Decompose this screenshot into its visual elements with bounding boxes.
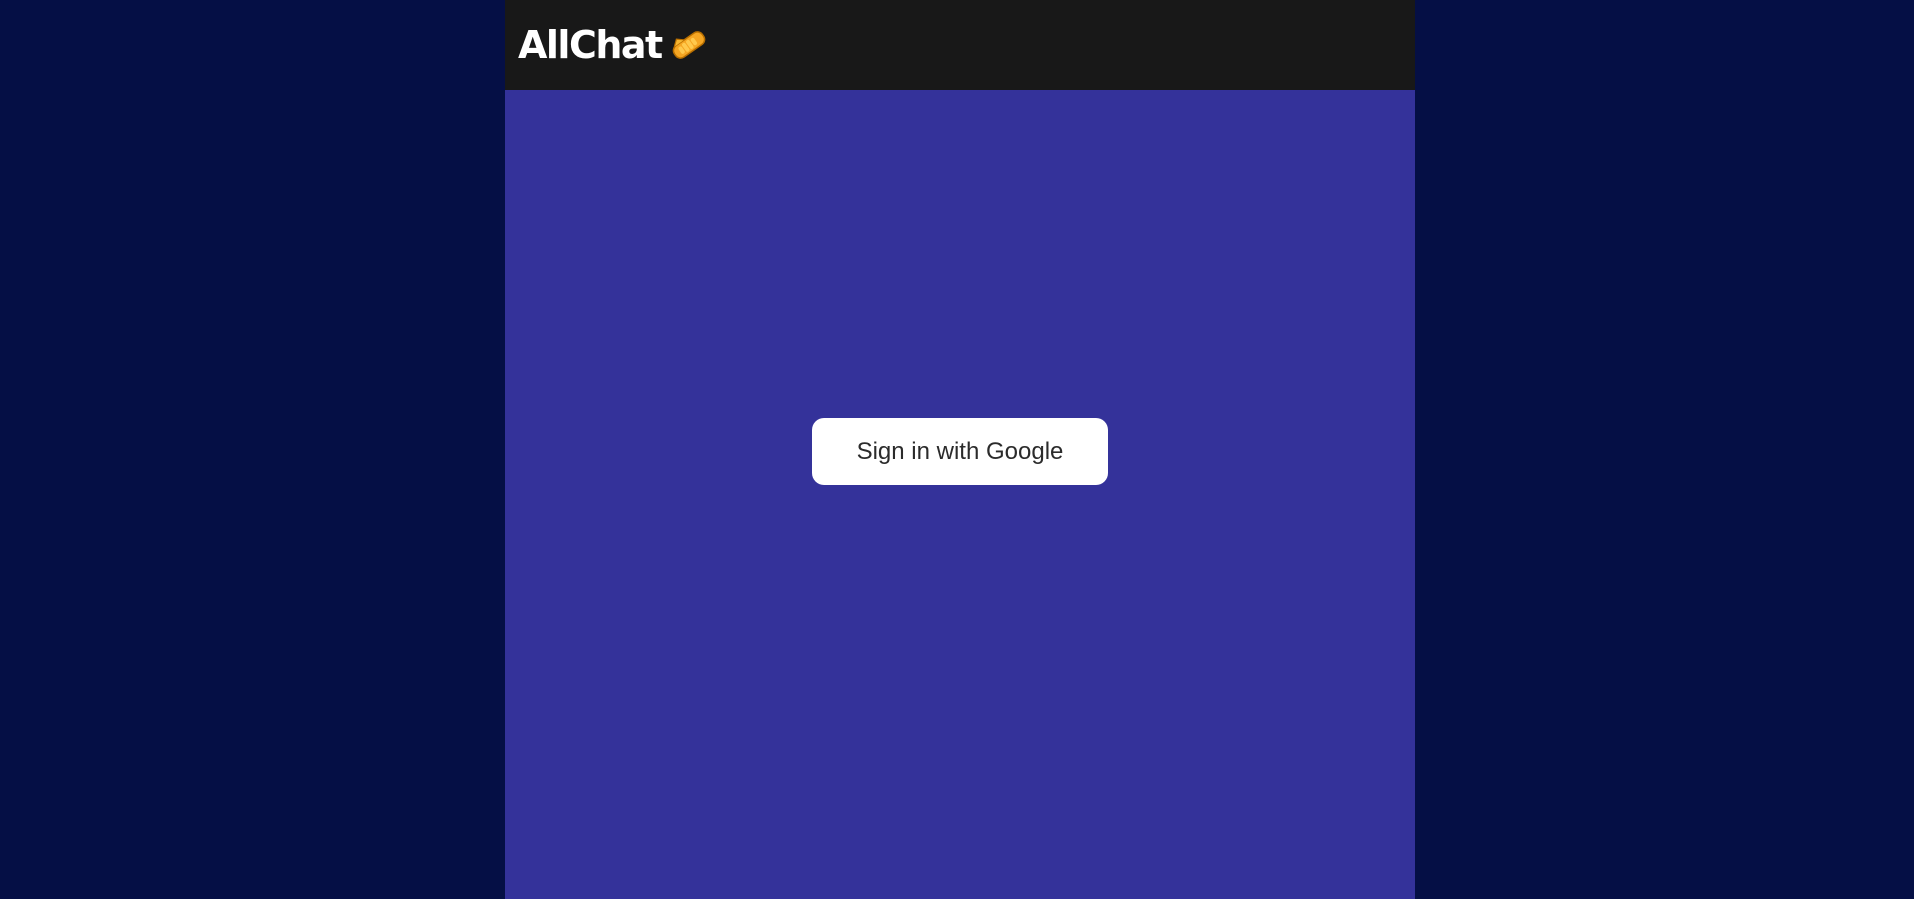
app-title: AllChat bbox=[518, 23, 663, 67]
handshake-icon bbox=[668, 24, 710, 66]
sign-in-google-button[interactable]: Sign in with Google bbox=[812, 418, 1108, 485]
main-content: Sign in with Google bbox=[505, 90, 1415, 899]
page: AllChat Sign in with Google bbox=[0, 0, 1914, 899]
app-container: AllChat Sign in with Google bbox=[505, 0, 1415, 899]
app-header: AllChat bbox=[505, 0, 1415, 90]
